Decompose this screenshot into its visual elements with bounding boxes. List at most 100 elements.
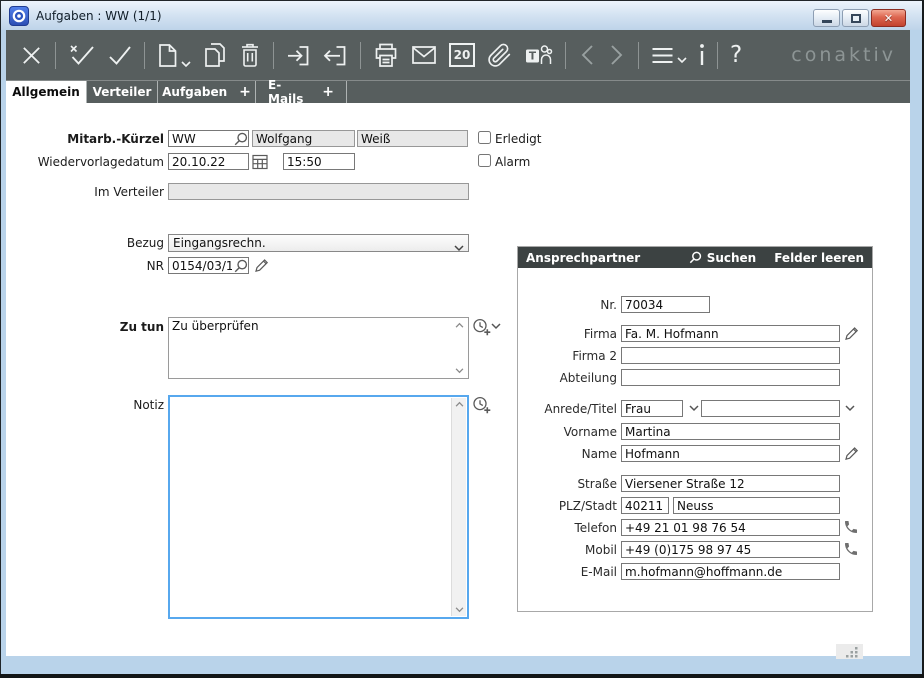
search-icon[interactable] <box>234 132 248 146</box>
email-icon[interactable] <box>411 45 437 65</box>
phone-icon[interactable] <box>843 519 859 535</box>
navigate-into-icon[interactable] <box>286 43 311 68</box>
edit-pencil-icon[interactable] <box>844 326 859 341</box>
accept-icon[interactable] <box>107 43 132 68</box>
suchen-button[interactable]: Suchen <box>689 251 757 265</box>
firma2-label: Firma 2 <box>526 349 617 363</box>
notiz-textarea[interactable] <box>168 395 469 619</box>
help-icon[interactable]: ? <box>730 44 742 67</box>
tab-add-icon[interactable]: + <box>322 84 334 100</box>
abteilung-input[interactable] <box>621 369 840 386</box>
zu-tun-label: Zu tun <box>10 320 164 334</box>
info-icon[interactable] <box>699 43 705 67</box>
telefon-input[interactable] <box>621 519 840 536</box>
brand-logo: conaktiv <box>791 44 896 66</box>
search-icon[interactable] <box>234 259 248 273</box>
bezug-label: Bezug <box>10 236 164 250</box>
delete-record-icon[interactable] <box>239 43 261 68</box>
window-border <box>0 674 924 678</box>
tab-emails[interactable]: E-Mails + <box>256 81 347 103</box>
telefon-label: Telefon <box>526 521 617 535</box>
chevron-down-icon <box>181 61 191 68</box>
tab-verteiler[interactable]: Verteiler <box>87 81 158 103</box>
minimize-button[interactable] <box>813 9 840 27</box>
calendar-icon[interactable]: 20 <box>449 43 475 67</box>
mobil-label: Mobil <box>526 543 617 557</box>
chevron-down-icon[interactable] <box>845 405 855 412</box>
previous-record-icon[interactable] <box>578 43 596 67</box>
tab-aufgaben[interactable]: Aufgaben + <box>158 81 256 103</box>
new-record-icon[interactable] <box>157 43 191 68</box>
wiedervorlage-label: Wiedervorlagedatum <box>10 155 164 169</box>
chevron-down-icon <box>454 241 464 255</box>
search-icon <box>689 251 702 264</box>
plz-input[interactable] <box>621 497 669 514</box>
firma-label: Firma <box>526 327 617 341</box>
cancel-icon[interactable] <box>20 44 43 67</box>
anrede-input[interactable] <box>621 400 683 417</box>
calendar-day-number: 20 <box>454 48 471 62</box>
scroll-up-icon <box>455 322 464 328</box>
window-title: Aufgaben : WW (1/1) <box>36 9 162 23</box>
tab-add-icon[interactable]: + <box>239 84 251 100</box>
felder-leeren-button[interactable]: Felder leeren <box>774 251 864 265</box>
ms-teams-icon[interactable]: T <box>524 43 553 67</box>
partner-vorname-input[interactable] <box>621 423 840 440</box>
bezug-select[interactable]: Eingangsrechn. <box>168 234 469 252</box>
toolbar-separator <box>55 42 56 69</box>
mitarb-nachname-field <box>357 130 468 147</box>
minimize-icon <box>822 20 832 23</box>
datum-input[interactable] <box>168 153 249 170</box>
clock-add-icon[interactable] <box>472 396 491 414</box>
window-border <box>0 0 924 1</box>
stadt-input[interactable] <box>673 497 840 514</box>
phone-icon[interactable] <box>843 541 859 557</box>
edit-pencil-icon[interactable] <box>844 446 859 461</box>
im-verteiler-label: Im Verteiler <box>10 185 164 199</box>
email-label: E-Mail <box>526 565 617 579</box>
partner-name-input[interactable] <box>621 445 840 462</box>
chevron-down-icon[interactable] <box>689 405 699 412</box>
toolbar-separator <box>273 42 274 69</box>
abteilung-label: Abteilung <box>526 371 617 385</box>
alarm-checkbox[interactable] <box>478 154 491 167</box>
resize-grip[interactable] <box>836 644 863 659</box>
title-bar: Aufgaben : WW (1/1) ✕ <box>1 1 922 30</box>
window-border <box>0 0 1 678</box>
erledigt-checkbox[interactable] <box>478 131 491 144</box>
print-icon[interactable] <box>373 42 399 68</box>
clock-add-icon[interactable] <box>472 318 491 336</box>
bezug-selected-value: Eingangsrechn. <box>173 236 266 250</box>
mobil-input[interactable] <box>621 541 840 558</box>
attachment-icon[interactable] <box>487 43 512 68</box>
accept-close-icon[interactable] <box>68 43 95 68</box>
tab-label: Aufgaben <box>162 85 227 99</box>
tab-label: E-Mails <box>268 78 310 106</box>
close-button[interactable]: ✕ <box>871 9 906 27</box>
menu-icon[interactable] <box>651 47 687 64</box>
zu-tun-textarea[interactable]: Zu überprüfen <box>168 317 469 379</box>
firma-input[interactable] <box>621 325 840 342</box>
calendar-picker-icon[interactable] <box>252 154 268 170</box>
maximize-button[interactable] <box>842 9 869 27</box>
firma2-input[interactable] <box>621 347 840 364</box>
window-controls: ✕ <box>813 9 906 27</box>
partner-vorname-label: Vorname <box>526 425 617 439</box>
zu-tun-scrollbar[interactable] <box>452 319 467 377</box>
titel-input[interactable] <box>701 400 840 417</box>
app-icon[interactable] <box>9 6 29 26</box>
tab-allgemein[interactable]: Allgemein <box>6 81 87 103</box>
notiz-scrollbar[interactable] <box>451 398 466 616</box>
suchen-label: Suchen <box>707 251 757 265</box>
partner-nr-input[interactable] <box>621 296 710 313</box>
toolbar-separator <box>144 42 145 69</box>
duplicate-record-icon[interactable] <box>203 42 227 68</box>
strasse-input[interactable] <box>621 475 840 492</box>
edit-pencil-icon[interactable] <box>254 258 269 273</box>
zeit-input[interactable] <box>283 153 355 170</box>
email-input[interactable] <box>621 563 840 580</box>
navigate-out-icon[interactable] <box>323 43 348 68</box>
nr-label: NR <box>10 259 164 273</box>
chevron-down-icon[interactable] <box>491 323 501 330</box>
next-record-icon[interactable] <box>608 43 626 67</box>
